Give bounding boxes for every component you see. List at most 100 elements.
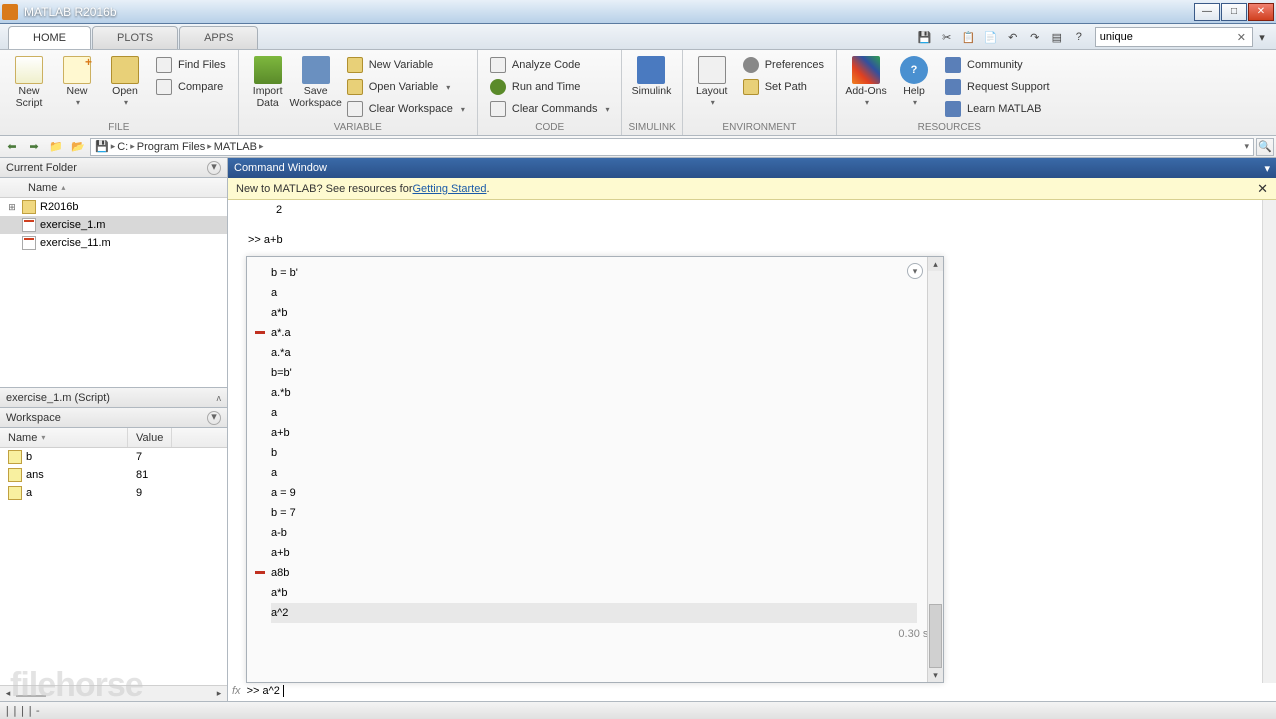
tab-apps[interactable]: APPS: [179, 26, 258, 49]
import-data-button[interactable]: Import Data: [245, 54, 291, 111]
layout-button[interactable]: Layout: [689, 54, 735, 109]
tab-home[interactable]: HOME: [8, 26, 91, 49]
clear-commands-button[interactable]: Clear Commands: [484, 98, 616, 120]
file-row-exercise_11-m[interactable]: exercise_11.m: [0, 234, 227, 252]
history-item[interactable]: a8b: [271, 563, 917, 583]
expand-icon[interactable]: ⊞: [6, 202, 18, 213]
workspace-var-ans[interactable]: ans81: [0, 466, 227, 484]
crumb-matlab[interactable]: MATLAB: [214, 141, 257, 153]
history-item[interactable]: a*.a: [271, 323, 917, 343]
history-item[interactable]: a-b: [271, 523, 917, 543]
window-titlebar: MATLAB R2016b — □ ✕: [0, 0, 1276, 24]
request-support-button[interactable]: Request Support: [939, 76, 1056, 98]
new-button[interactable]: New: [54, 54, 100, 109]
history-item[interactable]: a*b: [271, 303, 917, 323]
maximize-button[interactable]: □: [1221, 3, 1247, 21]
addons-button[interactable]: Add-Ons: [843, 54, 889, 109]
new-variable-button[interactable]: New Variable: [341, 54, 471, 76]
current-folder-actions-button[interactable]: ▾: [207, 161, 221, 175]
history-item[interactable]: a^2: [271, 603, 917, 623]
scroll-right-icon[interactable]: ▸: [211, 688, 227, 699]
history-scrollbar[interactable]: ▴ ▾: [927, 257, 943, 682]
quick-access-switch-windows-icon[interactable]: ▤: [1047, 27, 1067, 47]
quick-access-copy-icon[interactable]: 📋: [959, 27, 979, 47]
command-input-line[interactable]: fx >> a^2: [228, 681, 1262, 701]
history-item[interactable]: a+b: [271, 543, 917, 563]
preferences-label: Preferences: [765, 59, 824, 71]
save-workspace-button[interactable]: Save Workspace: [293, 54, 339, 111]
open-label: Open: [112, 86, 138, 98]
current-folder-column-header[interactable]: Name ▴: [0, 178, 227, 198]
history-item[interactable]: b=b': [271, 363, 917, 383]
command-window-body[interactable]: 2 >> a+b ▾ b = b'aa*ba*.aa.*ab=b'a.*baa+…: [228, 200, 1276, 701]
open-button[interactable]: Open: [102, 54, 148, 109]
simulink-button[interactable]: Simulink: [628, 54, 674, 100]
quick-access-paste-icon[interactable]: 📄: [981, 27, 1001, 47]
preferences-button[interactable]: Preferences: [737, 54, 830, 76]
crumb-drive[interactable]: C:: [117, 141, 128, 153]
learn-matlab-button[interactable]: Learn MATLAB: [939, 98, 1056, 120]
find-files-button[interactable]: Find Files: [150, 54, 232, 76]
scroll-thumb[interactable]: [16, 695, 46, 697]
file-row-exercise_1-m[interactable]: exercise_1.m: [0, 216, 227, 234]
workspace-var-b[interactable]: b7: [0, 448, 227, 466]
open-variable-button[interactable]: Open Variable: [341, 76, 471, 98]
address-search-button[interactable]: 🔍: [1256, 138, 1274, 156]
close-window-button[interactable]: ✕: [1248, 3, 1274, 21]
scroll-up-icon[interactable]: ▴: [928, 257, 943, 271]
file-row-R2016b[interactable]: ⊞ R2016b: [0, 198, 227, 216]
nav-browse-button[interactable]: 📂: [68, 138, 88, 156]
history-item[interactable]: b: [271, 443, 917, 463]
quick-access-redo-icon[interactable]: ↷: [1025, 27, 1045, 47]
search-clear-icon[interactable]: ✕: [1237, 31, 1246, 44]
breadcrumb[interactable]: 💾 ▸ C: ▸ Program Files ▸ MATLAB ▸ ▾: [90, 138, 1254, 156]
nav-back-button[interactable]: ⬅: [2, 138, 22, 156]
command-window-actions-button[interactable]: ▾: [1264, 162, 1270, 175]
banner-close-button[interactable]: ✕: [1257, 181, 1268, 197]
file-detail-expand-button[interactable]: ʌ: [217, 393, 222, 403]
workspace-name-column[interactable]: Name ▾: [0, 428, 128, 447]
analyze-code-button[interactable]: Analyze Code: [484, 54, 616, 76]
compare-button[interactable]: Compare: [150, 76, 232, 98]
history-item[interactable]: a: [271, 403, 917, 423]
fx-icon[interactable]: fx: [232, 685, 241, 697]
getting-started-link[interactable]: Getting Started: [412, 183, 486, 195]
nav-forward-button[interactable]: ➡: [24, 138, 44, 156]
history-item[interactable]: a.*a: [271, 343, 917, 363]
quick-access-undo-icon[interactable]: ↶: [1003, 27, 1023, 47]
crumb-program-files[interactable]: Program Files: [137, 141, 205, 153]
history-item[interactable]: a: [271, 283, 917, 303]
workspace-var-a[interactable]: a9: [0, 484, 227, 502]
run-and-time-button[interactable]: Run and Time: [484, 76, 616, 98]
workspace-value-column[interactable]: Value: [128, 428, 172, 447]
sort-asc-icon: ▴: [61, 183, 65, 192]
search-docs-input[interactable]: [1095, 27, 1253, 47]
community-button[interactable]: Community: [939, 54, 1056, 76]
history-item[interactable]: a.*b: [271, 383, 917, 403]
clear-workspace-button[interactable]: Clear Workspace: [341, 98, 471, 120]
history-item[interactable]: b = 7: [271, 503, 917, 523]
minimize-button[interactable]: —: [1194, 3, 1220, 21]
scroll-thumb[interactable]: [929, 604, 942, 668]
new-script-button[interactable]: New Script: [6, 54, 52, 111]
chevron-down-icon[interactable]: ▾: [1244, 141, 1249, 152]
quick-access-help-icon[interactable]: ?: [1069, 27, 1089, 47]
workspace-actions-button[interactable]: ▾: [207, 411, 221, 425]
history-item[interactable]: a: [271, 463, 917, 483]
quick-access-cut-icon[interactable]: ✂: [937, 27, 957, 47]
history-item[interactable]: b = b': [271, 263, 917, 283]
scroll-down-icon[interactable]: ▾: [928, 668, 943, 682]
quick-access-save-icon[interactable]: 💾: [915, 27, 935, 47]
tab-plots[interactable]: PLOTS: [92, 26, 178, 49]
history-item[interactable]: a = 9: [271, 483, 917, 503]
history-item[interactable]: a+b: [271, 423, 917, 443]
scroll-left-icon[interactable]: ◂: [0, 688, 16, 699]
nav-up-folder-button[interactable]: 📁: [46, 138, 66, 156]
command-window-scrollbar[interactable]: [1262, 200, 1276, 683]
current-folder-panel: Name ▴ ⊞ R2016b exercise_1.m exercise_11…: [0, 178, 227, 388]
help-button[interactable]: ? Help: [891, 54, 937, 109]
set-path-button[interactable]: Set Path: [737, 76, 830, 98]
left-horizontal-scrollbar[interactable]: ◂ ▸: [0, 685, 227, 701]
login-triangle-icon[interactable]: ▾: [1252, 27, 1272, 47]
history-item[interactable]: a*b: [271, 583, 917, 603]
